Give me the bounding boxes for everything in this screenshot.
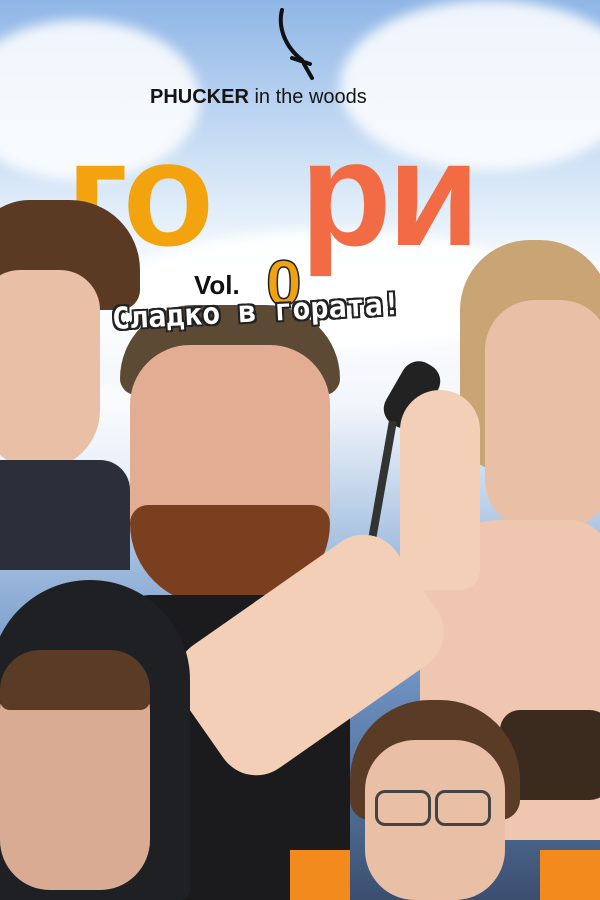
person-hooded-boy (0, 580, 190, 900)
poster-cover: PHUCKER in the woods го ри Vol. 0 Сладко… (0, 0, 600, 900)
person-girl-glasses (350, 700, 520, 900)
saber-icon (278, 8, 314, 80)
brand-prefix: PHUCKER (150, 86, 249, 108)
brand-line: PHUCKER in the woods (150, 86, 367, 109)
brand-suffix: in the woods (254, 86, 367, 108)
title-part-2: ри (300, 109, 480, 277)
orange-shirt (290, 850, 350, 900)
praying-hands (400, 390, 480, 590)
orange-shirt (540, 850, 600, 900)
